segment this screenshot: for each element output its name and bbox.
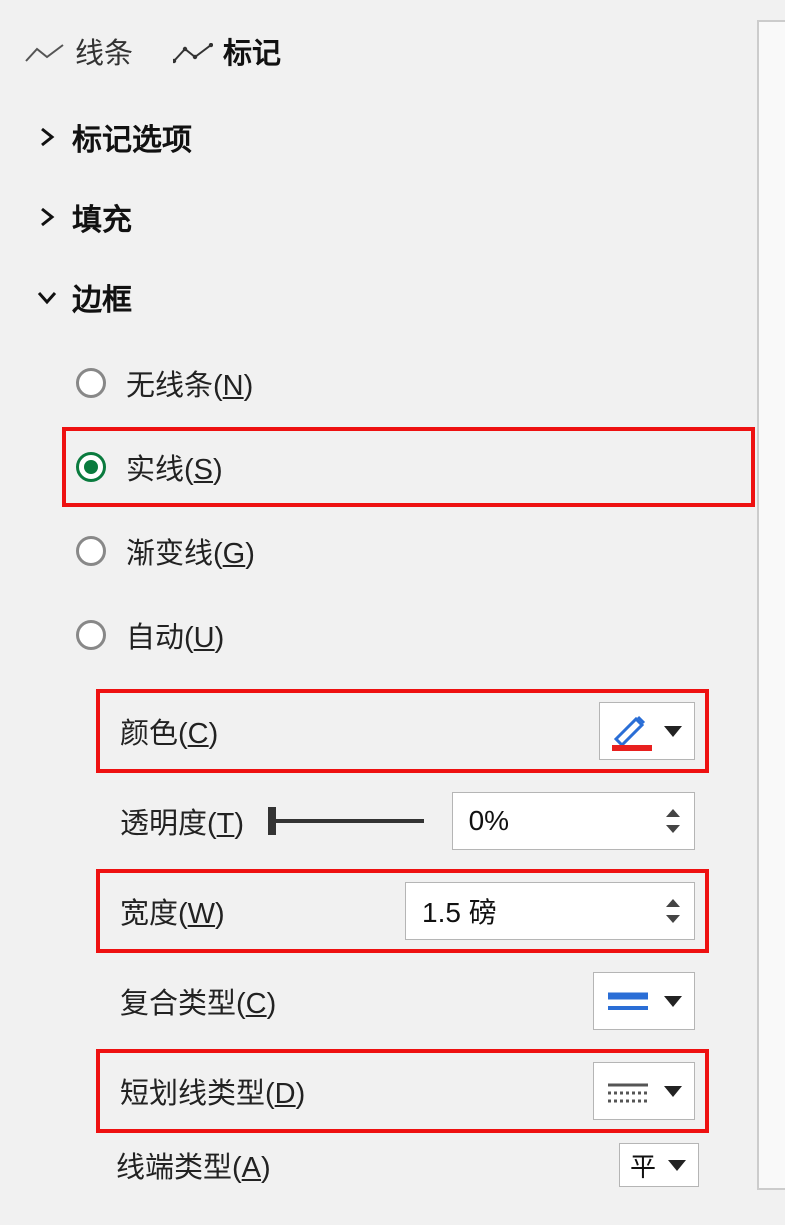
prop-cap-type: 线端类型(A) 平 xyxy=(36,1139,749,1187)
prop-width-label: 宽度(W) xyxy=(110,890,225,932)
section-marker-options[interactable]: 标记选项 xyxy=(36,97,749,177)
prop-dash-type: 短划线类型(D) xyxy=(96,1049,709,1133)
width-value: 1.5 磅 xyxy=(422,891,497,931)
chevron-down-icon xyxy=(668,1160,686,1171)
width-input[interactable]: 1.5 磅 xyxy=(405,882,695,940)
section-fill[interactable]: 填充 xyxy=(36,177,749,257)
chevron-up-icon xyxy=(666,809,680,817)
cap-type-dropdown[interactable]: 平 xyxy=(619,1143,699,1187)
radio-no-line-label: 无线条(N) xyxy=(126,362,253,404)
tab-marker-label: 标记 xyxy=(223,30,281,72)
slider-thumb[interactable] xyxy=(268,807,276,835)
compound-line-icon xyxy=(604,983,652,1019)
spinner-buttons[interactable] xyxy=(660,809,686,833)
chevron-down-icon xyxy=(666,915,680,923)
transparency-input[interactable]: 0% xyxy=(452,792,695,850)
section-fill-label: 填充 xyxy=(72,195,132,239)
tab-marker[interactable]: 标记 xyxy=(173,30,281,72)
spinner-buttons[interactable] xyxy=(660,899,686,923)
dash-line-icon xyxy=(604,1073,652,1109)
tab-line[interactable]: 线条 xyxy=(25,30,133,72)
chevron-down-icon xyxy=(664,1086,682,1097)
compound-type-dropdown[interactable] xyxy=(593,972,695,1030)
color-picker-button[interactable] xyxy=(599,702,695,760)
radio-auto-label: 自动(U) xyxy=(126,614,224,656)
transparency-slider[interactable] xyxy=(272,819,424,823)
radio-icon xyxy=(76,368,106,398)
radio-icon xyxy=(76,620,106,650)
chevron-down-icon xyxy=(664,996,682,1007)
section-marker-options-label: 标记选项 xyxy=(72,115,192,159)
prop-color: 颜色(C) xyxy=(96,689,709,773)
chevron-down-icon xyxy=(36,286,58,308)
radio-gradient-line-label: 渐变线(G) xyxy=(126,530,255,572)
radio-icon xyxy=(76,536,106,566)
format-pane: 线条 标记 标记选项 填充 边框 xyxy=(0,0,785,1225)
prop-dash-label: 短划线类型(D) xyxy=(110,1070,305,1112)
prop-compound-label: 复合类型(C) xyxy=(110,980,276,1022)
radio-icon xyxy=(76,452,106,482)
dash-type-dropdown[interactable] xyxy=(593,1062,695,1120)
chevron-right-icon xyxy=(36,206,58,228)
format-tabs: 线条 标记 xyxy=(0,20,785,97)
prop-transparency-label: 透明度(T) xyxy=(110,800,244,842)
chevron-down-icon xyxy=(664,726,682,737)
sections: 标记选项 填充 边框 无线条(N) 实线(S) 渐变线(G) xyxy=(0,97,785,1187)
cap-type-value: 平 xyxy=(630,1147,656,1184)
prop-width: 宽度(W) 1.5 磅 xyxy=(96,869,709,953)
pen-color-icon xyxy=(610,711,654,751)
radio-auto[interactable]: 自动(U) xyxy=(62,595,755,675)
section-border[interactable]: 边框 xyxy=(36,257,749,337)
radio-solid-line-label: 实线(S) xyxy=(126,446,223,488)
section-border-label: 边框 xyxy=(72,275,132,319)
border-line-type-group: 无线条(N) 实线(S) 渐变线(G) 自动(U) xyxy=(36,337,749,683)
pane-right-edge xyxy=(757,20,785,1190)
prop-cap-label: 线端类型(A) xyxy=(106,1144,271,1186)
tab-line-label: 线条 xyxy=(75,30,133,72)
prop-compound-type: 复合类型(C) xyxy=(96,959,709,1043)
transparency-value: 0% xyxy=(469,805,509,837)
marker-chart-icon xyxy=(173,40,213,62)
radio-solid-line[interactable]: 实线(S) xyxy=(62,427,755,507)
radio-no-line[interactable]: 无线条(N) xyxy=(62,343,755,423)
chevron-right-icon xyxy=(36,126,58,148)
prop-color-label: 颜色(C) xyxy=(110,710,218,752)
border-properties: 颜色(C) 透明度(T) xyxy=(36,689,749,1133)
prop-transparency: 透明度(T) 0% xyxy=(96,779,709,863)
line-chart-icon xyxy=(25,40,65,62)
chevron-down-icon xyxy=(666,825,680,833)
chevron-up-icon xyxy=(666,899,680,907)
radio-gradient-line[interactable]: 渐变线(G) xyxy=(62,511,755,591)
